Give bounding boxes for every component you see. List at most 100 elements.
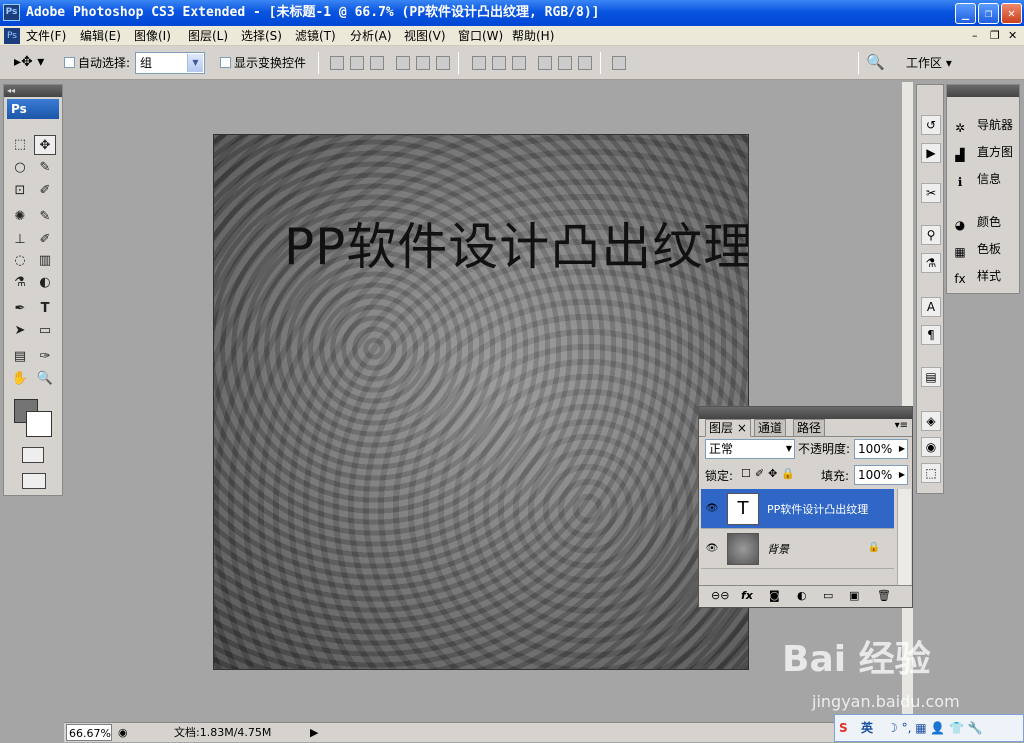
paragraph-icon[interactable]: ¶ [921,325,941,345]
show-transform-checkbox[interactable]: 显示变换控件 [220,54,306,71]
quick-mask-icon[interactable] [22,447,44,463]
shape-tool-icon[interactable]: ▭ [34,321,56,341]
distribute-right-icon[interactable] [578,56,592,70]
distribute-bottom-icon[interactable] [512,56,526,70]
channels-icon[interactable]: ◉ [921,437,941,457]
toolbox-header[interactable]: ◂◂ [4,85,62,97]
tab-layers[interactable]: 图层 × [705,419,751,437]
panel-color[interactable]: ◕ 颜色 [951,212,1001,232]
character-icon[interactable]: A [921,297,941,317]
hand-tool-icon[interactable]: ✋ [9,369,31,389]
align-left-icon[interactable] [396,56,410,70]
magic-wand-tool-icon[interactable]: ✎ [34,158,56,178]
close-button[interactable]: ✕ [1001,3,1022,24]
chevron-right-icon[interactable]: ▶ [899,440,905,458]
layers-panel-header[interactable] [699,407,912,419]
zoom-tool-icon[interactable]: 🔍 [34,369,56,389]
tab-paths[interactable]: 路径 [793,419,826,437]
menu-image[interactable]: 图像(I) [134,26,171,46]
restore-button[interactable]: ❐ [978,3,999,24]
menu-view[interactable]: 视图(V) [404,26,446,46]
panel-styles[interactable]: fx 样式 [951,266,1001,286]
adjustment-layer-icon[interactable]: ◐ [797,586,807,606]
fill-input[interactable]: 100% ▶ [854,465,908,485]
marquee-tool-icon[interactable]: ⬚ [9,135,31,155]
status-arrow-icon[interactable]: ▶ [310,724,318,742]
layer-style-icon[interactable]: fx [741,586,753,606]
panel-histogram[interactable]: ▟ 直方图 [951,142,1013,162]
paths-icon[interactable]: ⬚ [921,463,941,483]
actions-icon[interactable]: ▶ [921,143,941,163]
layer-comps-icon[interactable]: ▤ [921,367,941,387]
auto-select-dropdown[interactable]: 组 ▼ [135,52,205,74]
ime-lang-toggle[interactable]: 英 [861,715,873,741]
menu-analysis[interactable]: 分析(A) [350,26,392,46]
layers-scrollbar[interactable] [897,489,911,585]
zoom-field[interactable]: 66.67% [66,724,112,741]
tool-presets-icon[interactable]: ✂ [921,183,941,203]
move-tool-icon[interactable]: ✥ [34,135,56,155]
panel-navigator[interactable]: ✲ 导航器 [951,115,1013,135]
slice-tool-icon[interactable]: ✐ [34,181,56,201]
align-hcenter-icon[interactable] [416,56,430,70]
brushes-icon[interactable]: ⚲ [921,225,941,245]
delete-layer-icon[interactable]: 🗑 [877,586,891,606]
panel-swatches[interactable]: ▦ 色板 [951,239,1001,259]
menu-filter[interactable]: 滤镜(T) [295,26,336,46]
auto-select-checkbox[interactable]: 自动选择: [64,54,130,71]
menu-window[interactable]: 窗口(W) [458,26,503,46]
new-group-icon[interactable]: ▭ [823,586,833,606]
gradient-tool-icon[interactable]: ▥ [34,251,56,271]
menu-select[interactable]: 选择(S) [241,26,282,46]
sogou-icon[interactable]: S [839,715,848,741]
blend-mode-dropdown[interactable]: 正常 ▼ [705,439,795,459]
minimize-button[interactable]: _ [955,3,976,24]
distribute-top-icon[interactable] [472,56,486,70]
blur-tool-icon[interactable]: ⚗ [9,273,31,293]
menu-layer[interactable]: 图层(L) [188,26,228,46]
crop-tool-icon[interactable]: ⊡ [9,181,31,201]
align-vcenter-icon[interactable] [350,56,364,70]
clone-source-icon[interactable]: ⚗ [921,253,941,273]
distribute-vcenter-icon[interactable] [492,56,506,70]
menu-file[interactable]: 文件(F) [26,26,66,46]
panel-header[interactable] [947,85,1019,97]
document-canvas[interactable]: PP软件设计凸出纹理 [213,134,749,670]
pen-tool-icon[interactable]: ✒ [9,299,31,319]
type-tool-icon[interactable]: T [34,299,56,319]
lock-options-icon[interactable]: ☐✐✥🔒 [741,467,799,480]
doc-close-button[interactable]: ✕ [1008,26,1017,46]
panel-info[interactable]: ℹ 信息 [951,169,1001,189]
visibility-eye-icon[interactable]: 👁 [704,541,720,557]
tab-channels[interactable]: 通道 [754,419,787,437]
align-top-icon[interactable] [330,56,344,70]
distribute-hcenter-icon[interactable] [558,56,572,70]
vertical-scrollbar[interactable] [902,82,913,724]
path-select-tool-icon[interactable]: ➤ [9,321,31,341]
notes-tool-icon[interactable]: ▤ [9,347,31,367]
lasso-tool-icon[interactable]: ○ [9,158,31,178]
layer-row-text[interactable]: 👁 T PP软件设计凸出纹理 [701,489,894,529]
opacity-input[interactable]: 100% ▶ [854,439,908,459]
layer-row-background[interactable]: 👁 背景 🔒 [701,529,894,569]
distribute-left-icon[interactable] [538,56,552,70]
align-right-icon[interactable] [436,56,450,70]
doc-minimize-button[interactable]: – [972,26,978,46]
healing-brush-tool-icon[interactable]: ✺ [9,207,31,227]
auto-align-icon[interactable] [612,56,626,70]
link-layers-icon[interactable]: ⊖⊖ [711,586,729,606]
menu-edit[interactable]: 编辑(E) [80,26,121,46]
move-tool-preset-icon[interactable]: ▸✥ ▾ [14,54,44,70]
chevron-right-icon[interactable]: ▶ [899,466,905,484]
eraser-tool-icon[interactable]: ◌ [9,251,31,271]
doc-restore-button[interactable]: ❐ [990,26,1000,46]
visibility-eye-icon[interactable]: 👁 [704,501,720,517]
eyedropper-tool-icon[interactable]: ✑ [34,347,56,367]
history-brush-tool-icon[interactable]: ✐ [34,230,56,250]
bridge-icon[interactable]: 🔍 [866,53,885,71]
ime-tool-icons[interactable]: ☽ °, ▦ 👤 👕 🔧 [887,715,983,741]
background-color-swatch[interactable] [26,411,52,437]
brush-tool-icon[interactable]: ✎ [34,207,56,227]
clone-stamp-tool-icon[interactable]: ⊥ [9,230,31,250]
new-layer-icon[interactable]: ▣ [849,586,859,606]
